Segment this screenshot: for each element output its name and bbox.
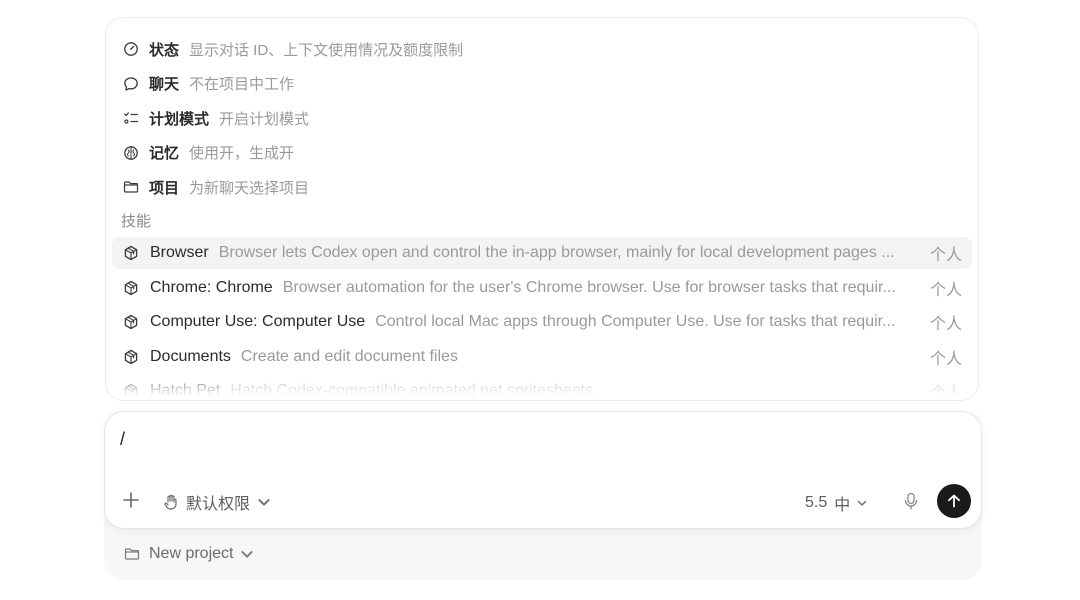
brain-icon bbox=[122, 144, 140, 162]
permission-dropdown[interactable]: 默认权限 bbox=[163, 490, 279, 514]
command-name: 聊天 bbox=[149, 76, 180, 93]
cube-icon bbox=[122, 382, 140, 400]
skill-name: Browser bbox=[150, 244, 209, 261]
chevron-down-icon bbox=[858, 500, 867, 506]
skill-scope: 个人 bbox=[929, 281, 962, 299]
skill-item[interactable]: Hatch Pet Hatch Codex-compatible animated… bbox=[112, 375, 972, 401]
command-item[interactable]: 记忆 使用开，生成开 bbox=[112, 137, 972, 169]
voice-input-button[interactable] bbox=[903, 492, 919, 510]
permission-label: 默认权限 bbox=[186, 496, 251, 513]
skill-scope: 个人 bbox=[929, 385, 962, 401]
hand-icon bbox=[164, 494, 177, 510]
plus-icon bbox=[123, 492, 139, 508]
skill-description: Browser automation for the user's Chrome… bbox=[282, 278, 896, 296]
skill-name: Computer Use: Computer Use bbox=[150, 313, 366, 330]
chevron-down-icon bbox=[241, 551, 254, 558]
command-description: 使用开，生成开 bbox=[189, 145, 295, 162]
chat-bubble-icon bbox=[122, 75, 140, 93]
skill-scope: 个人 bbox=[929, 247, 962, 264]
project-selector[interactable]: New project bbox=[124, 545, 264, 563]
command-item[interactable]: 聊天 不在项目中工作 bbox=[112, 68, 972, 100]
command-description: 显示对话 ID、上下文使用情况及额度限制 bbox=[189, 41, 464, 59]
skills-section-label: 技能 bbox=[121, 213, 152, 230]
cube-icon bbox=[122, 348, 140, 366]
skill-scope: 个人 bbox=[929, 316, 962, 333]
skill-name: Documents bbox=[150, 347, 231, 365]
command-description: 不在项目中工作 bbox=[189, 76, 295, 93]
slash-command-menu: 状态 显示对话 ID、上下文使用情况及额度限制 聊天 不在项目中工作 计划模式 开启计划模… bbox=[105, 17, 979, 401]
command-item[interactable]: 计划模式 开启计划模式 bbox=[112, 102, 972, 134]
skill-name: Chrome: Chrome bbox=[150, 278, 273, 296]
command-item[interactable]: 状态 显示对话 ID、上下文使用情况及额度限制 bbox=[112, 33, 972, 65]
cube-icon bbox=[122, 313, 140, 331]
checklist-icon bbox=[122, 109, 140, 127]
composer: / 默认权限 5.5 中 bbox=[104, 411, 982, 529]
project-label: New project bbox=[149, 545, 234, 562]
arrow-up-icon bbox=[948, 494, 960, 508]
prompt-input[interactable]: / bbox=[120, 429, 125, 450]
model-selector[interactable]: 5.5 中 bbox=[805, 491, 868, 515]
skill-description: Create and edit document files bbox=[240, 347, 458, 365]
skill-item[interactable]: Chrome: Chrome Browser automation for the… bbox=[112, 272, 972, 304]
command-description: 为新聊天选择项目 bbox=[189, 179, 310, 197]
skill-item[interactable]: Computer Use: Computer Use Control local … bbox=[112, 306, 972, 338]
skill-description: Hatch Codex-compatible animated pet spri… bbox=[230, 382, 594, 399]
gauge-icon bbox=[122, 40, 140, 58]
skill-name: Hatch Pet bbox=[150, 382, 221, 399]
skill-item[interactable]: Documents Create and edit document files 个… bbox=[112, 341, 972, 373]
chevron-down-icon bbox=[258, 499, 270, 506]
cube-icon bbox=[122, 279, 140, 297]
command-description: 开启计划模式 bbox=[219, 110, 310, 128]
command-name: 项目 bbox=[149, 179, 180, 197]
add-attachment-button[interactable] bbox=[121, 490, 141, 510]
folder-icon bbox=[122, 178, 140, 196]
skill-description: Control local Mac apps through Computer … bbox=[375, 313, 896, 330]
model-version: 5.5 bbox=[805, 494, 828, 511]
skill-scope: 个人 bbox=[929, 350, 962, 368]
command-name: 计划模式 bbox=[149, 110, 210, 128]
skill-description: Browser lets Codex open and control the … bbox=[218, 244, 895, 261]
command-item[interactable]: 项目 为新聊天选择项目 bbox=[112, 171, 972, 203]
skill-item[interactable]: Browser Browser lets Codex open and contr… bbox=[112, 237, 972, 269]
send-button[interactable] bbox=[937, 484, 971, 518]
folder-icon bbox=[124, 548, 140, 560]
reasoning-mode: 中 bbox=[834, 497, 851, 514]
microphone-icon bbox=[904, 492, 918, 510]
command-name: 状态 bbox=[149, 41, 180, 59]
command-name: 记忆 bbox=[149, 145, 180, 162]
cube-icon bbox=[122, 244, 140, 262]
